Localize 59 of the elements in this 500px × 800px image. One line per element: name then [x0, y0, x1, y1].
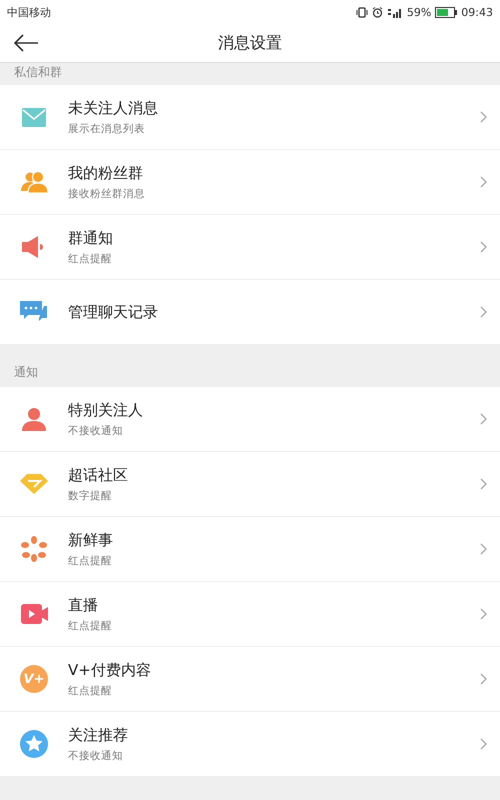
chevron-icon — [480, 478, 487, 490]
chevron-icon — [480, 176, 487, 188]
row-title: 关注推荐 — [68, 726, 129, 744]
row-title: V+付费内容 — [68, 660, 152, 680]
row-title: 新鲜事 — [68, 530, 114, 550]
chevron-icon — [480, 738, 487, 750]
settings-row[interactable]: 管理聊天记录 — [0, 280, 500, 345]
chevron-icon — [480, 111, 487, 123]
carrier-name: 中国移动 — [7, 4, 51, 20]
alarm-icon — [372, 6, 383, 18]
clock-time: 09:43 — [461, 6, 493, 18]
chevron-icon — [480, 608, 487, 620]
vibrate-icon — [356, 6, 368, 18]
row-subtitle: 接收粉丝群消息 — [68, 186, 146, 200]
v-plus-icon: V+ — [20, 665, 48, 693]
chevron-icon — [480, 543, 487, 555]
settings-row[interactable]: 关注推荐 不接收通知 — [0, 712, 500, 777]
settings-row[interactable]: 我的粉丝群 接收粉丝群消息 — [0, 150, 500, 215]
row-subtitle: 红点提醒 — [68, 554, 113, 568]
row-subtitle: 红点提醒 — [68, 618, 113, 632]
row-title: 超话社区 — [68, 466, 129, 484]
chevron-icon — [480, 241, 487, 253]
settings-row[interactable]: 未关注人消息 展示在消息列表 — [0, 85, 500, 150]
page-title: 消息设置 — [218, 32, 282, 54]
person-icon — [22, 407, 46, 431]
chevron-icon — [480, 413, 487, 425]
settings-row[interactable]: 直播 红点提醒 — [0, 582, 500, 647]
row-subtitle: 红点提醒 — [68, 252, 113, 266]
row-title: 群通知 — [68, 228, 114, 248]
battery-percent: 59% — [406, 6, 432, 18]
row-subtitle: 红点提醒 — [68, 684, 113, 698]
section-header: 私信和群 — [14, 64, 62, 81]
settings-row[interactable]: 新鲜事 红点提醒 — [0, 517, 500, 582]
row-title: 未关注人消息 — [68, 98, 159, 118]
settings-row[interactable]: 特别关注人 不接收通知 — [0, 387, 500, 452]
settings-row[interactable]: V+ V+付费内容 红点提醒 — [0, 647, 500, 712]
row-subtitle: 不接收通知 — [68, 424, 124, 438]
petals-icon — [21, 536, 47, 562]
row-subtitle: 展示在消息列表 — [68, 122, 146, 136]
back-arrow-icon[interactable] — [13, 34, 39, 52]
signal-icon — [386, 6, 403, 18]
row-subtitle: 不接收通知 — [68, 748, 124, 762]
row-subtitle: 数字提醒 — [68, 488, 113, 502]
settings-row[interactable]: 群通知 红点提醒 — [0, 215, 500, 280]
row-title: 我的粉丝群 — [68, 164, 144, 182]
row-title: 特别关注人 — [68, 400, 144, 420]
battery-icon — [435, 6, 458, 18]
chat-bubbles-icon — [20, 300, 48, 324]
section-header: 通知 — [14, 364, 38, 381]
chevron-icon — [480, 673, 487, 685]
diamond-icon — [20, 474, 48, 494]
chevron-icon — [480, 306, 487, 318]
row-title: 管理聊天记录 — [68, 302, 159, 322]
speaker-icon — [22, 236, 46, 258]
people-icon — [20, 171, 48, 193]
settings-row[interactable]: 超话社区 数字提醒 — [0, 452, 500, 517]
row-title: 直播 — [68, 596, 99, 614]
video-camera-icon — [20, 604, 48, 624]
envelope-icon — [22, 108, 46, 126]
